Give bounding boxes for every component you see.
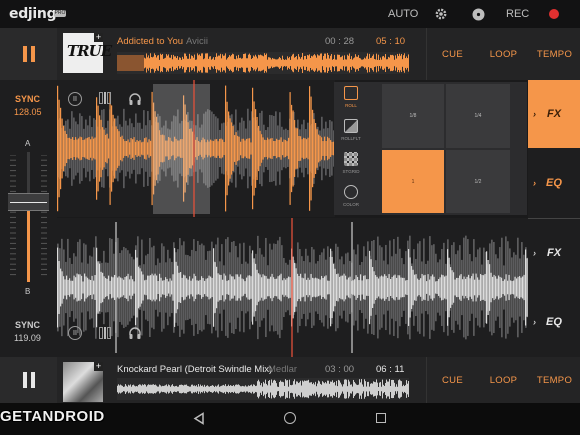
fx-mode-rollflt[interactable]: ROLLFLT: [338, 119, 364, 141]
settings-gear-icon[interactable]: [434, 7, 448, 21]
deck-b-letter: B: [25, 287, 31, 296]
deck-a-loop-button[interactable]: LOOP: [478, 28, 529, 80]
recents-icon[interactable]: [376, 413, 386, 423]
deck-b-tempo-button[interactable]: TEMPO: [529, 357, 580, 403]
deck-b-loop-button[interactable]: LOOP: [478, 357, 529, 403]
deck-b-elapsed: 03 : 00: [325, 364, 355, 375]
fx-pad-1-2[interactable]: 1/2: [446, 150, 510, 213]
watermark: GETANDROID: [0, 408, 105, 425]
crossfader-handle[interactable]: [8, 193, 49, 211]
loop-region: [153, 84, 210, 214]
deck-a-cue-button[interactable]: CUE: [427, 28, 478, 80]
logo-badge: PRO: [54, 10, 66, 17]
deck-b-eq-tab[interactable]: › EQ: [528, 288, 580, 356]
deck-a-grid-icon[interactable]: [99, 92, 111, 104]
deck-a-headphones-icon[interactable]: [128, 92, 142, 106]
deck-b-cue-button[interactable]: CUE: [427, 357, 478, 403]
deck-b-remaining: 06 : 11: [376, 364, 405, 375]
add-track-icon[interactable]: +: [94, 362, 103, 371]
fx-pad-1-4[interactable]: 1/4: [446, 84, 510, 148]
app-logo: edjing: [9, 6, 57, 22]
top-bar: [0, 0, 580, 28]
auto-button[interactable]: AUTO: [388, 8, 418, 20]
deck-a-bpm: 128.05: [14, 107, 42, 117]
deck-b-cover-art[interactable]: +: [63, 362, 103, 402]
deck-a-fx-tab[interactable]: › FX: [528, 80, 580, 148]
cover-art-text: TRUE: [67, 42, 112, 60]
record-button[interactable]: [549, 9, 559, 19]
deck-a-sync-button[interactable]: SYNC: [15, 94, 40, 104]
deck-b-overview-waveform[interactable]: [117, 378, 409, 400]
add-track-icon[interactable]: +: [94, 33, 103, 42]
deck-b-headphones-icon[interactable]: [128, 326, 142, 340]
deck-a-eq-tab[interactable]: › EQ: [528, 149, 580, 217]
pitch-scale: [10, 155, 47, 276]
fx-mode-roll[interactable]: ROLL: [338, 86, 364, 108]
deck-a-artist: Avicii: [186, 36, 208, 47]
deck-b-play-pause-icon[interactable]: II: [68, 326, 82, 340]
deck-a-letter: A: [25, 139, 31, 148]
pause-icon: [22, 372, 36, 388]
deck-a-remaining: 05 : 10: [376, 36, 406, 47]
rec-label: REC: [506, 8, 530, 20]
deck-b-pause-button[interactable]: [0, 357, 57, 403]
fx-mode-color[interactable]: COLOR: [338, 185, 364, 207]
fx-pad-1[interactable]: 1: [382, 150, 444, 213]
deck-a-pause-button[interactable]: [0, 28, 57, 80]
deck-a-title: Addicted to You: [117, 36, 184, 47]
back-icon[interactable]: [193, 412, 205, 425]
deck-a-cover-art[interactable]: TRUE +: [63, 33, 112, 73]
library-disc-icon[interactable]: [472, 8, 485, 21]
deck-a-play-pause-icon[interactable]: II: [68, 92, 82, 106]
deck-b-sync-button[interactable]: SYNC: [15, 320, 40, 330]
deck-a-tempo-button[interactable]: TEMPO: [529, 28, 580, 80]
deck-a-elapsed: 00 : 28: [325, 36, 355, 47]
deck-b-grid-icon[interactable]: [99, 327, 111, 339]
home-icon[interactable]: [284, 412, 296, 424]
deck-b-bpm: 119.09: [14, 333, 41, 343]
deck-b-artist: Medlar: [268, 364, 298, 375]
fx-pad-1-8[interactable]: 1/8: [382, 84, 444, 148]
deck-b-title: Knockard Pearl (Detroit Swindle Mix): [117, 364, 273, 375]
deck-a-overview-waveform[interactable]: [117, 52, 409, 74]
fx-mode-stgrid[interactable]: STGRID: [338, 152, 364, 174]
deck-b-fx-tab[interactable]: › FX: [528, 219, 580, 287]
pause-icon: [22, 46, 36, 62]
